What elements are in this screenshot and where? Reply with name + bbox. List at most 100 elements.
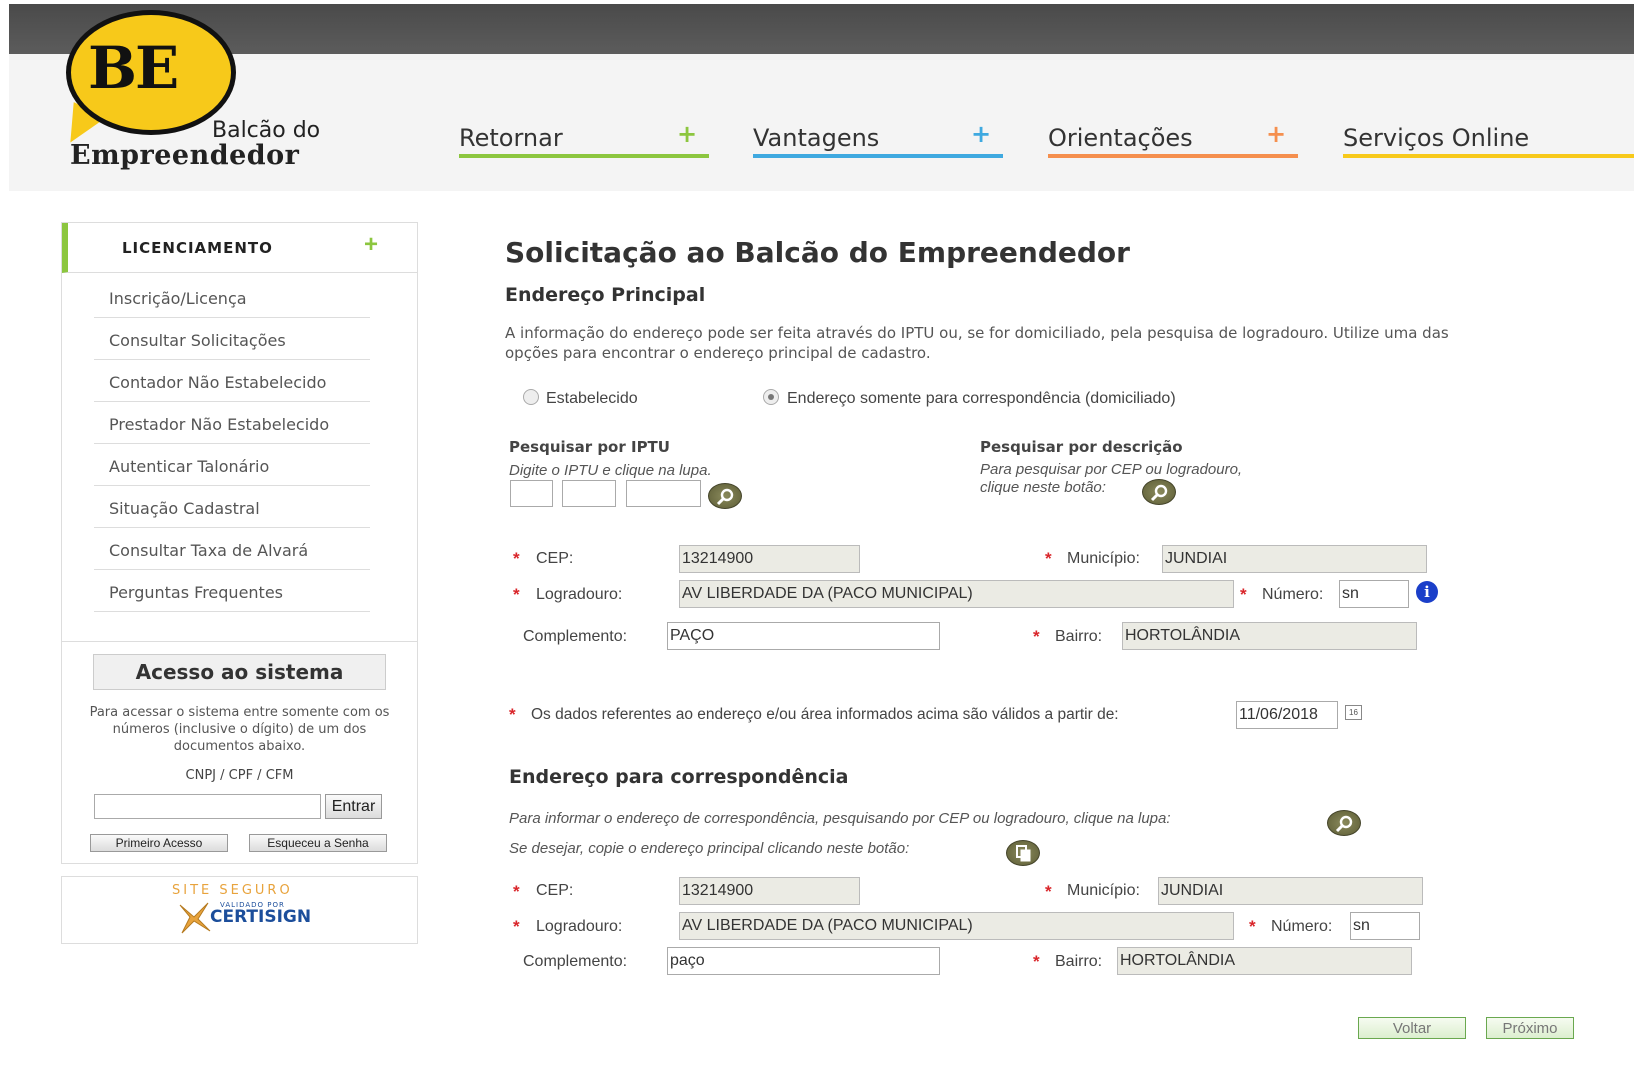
cep-field[interactable]: 13214900 xyxy=(679,545,860,573)
logradouro-field[interactable]: AV LIBERDADE DA (PACO MUNICIPAL) xyxy=(679,580,1234,608)
page-title: Solicitação ao Balcão do Empreendedor xyxy=(505,236,1130,269)
sidebar-item-contador-nao-estabelecido[interactable]: Contador Não Estabelecido xyxy=(94,360,370,402)
radio-estabelecido-label[interactable]: Estabelecido xyxy=(546,390,638,408)
first-access-button[interactable]: Primeiro Acesso xyxy=(90,834,228,852)
required-mark: * xyxy=(513,549,520,568)
radio-domiciliado[interactable] xyxy=(763,389,779,405)
nav-servicos-online[interactable]: Serviços Online + xyxy=(1343,120,1634,158)
nav-underline xyxy=(1048,154,1298,158)
required-mark: * xyxy=(1045,882,1052,901)
iptu-field-2[interactable] xyxy=(562,480,616,507)
forgot-password-button[interactable]: Esqueceu a Senha xyxy=(249,834,387,852)
certisign-icon xyxy=(179,902,211,934)
numero-field[interactable]: sn xyxy=(1339,580,1409,608)
access-instructions: Para acessar o sistema entre somente com… xyxy=(89,705,390,754)
sidebar: LICENCIAMENTO + Inscrição/Licença Consul… xyxy=(61,222,418,864)
seal-line3: CERTISIGN xyxy=(210,907,312,927)
nav-label: Orientações xyxy=(1048,124,1193,152)
radio-estabelecido[interactable] xyxy=(523,389,539,405)
iptu-hint: Digite o IPTU e clique na lupa. xyxy=(509,462,712,479)
next-button[interactable]: Próximo xyxy=(1486,1017,1574,1039)
desc-hint-line2: clique neste botão: xyxy=(980,479,1106,496)
correspondencia-hint1: Para informar o endereço de correspondên… xyxy=(509,810,1171,827)
principal-intro-line1: A informação do endereço pode ser feita … xyxy=(505,324,1449,342)
logo-line2: Empreendedor xyxy=(70,140,300,171)
correspondencia-search-icon[interactable] xyxy=(1327,810,1361,836)
required-mark: * xyxy=(1240,585,1247,604)
document-input[interactable] xyxy=(94,794,321,819)
site-logo[interactable]: BE Balcão do Empreendedor xyxy=(57,8,364,173)
complemento-field[interactable]: PAÇO xyxy=(667,622,940,650)
access-panel: Acesso ao sistema Para acessar o sistema… xyxy=(62,641,417,863)
bairro-label-2: Bairro: xyxy=(1055,953,1103,970)
licenciamento-title: LICENCIAMENTO xyxy=(122,239,273,257)
municipio-label: Município: xyxy=(1067,550,1140,567)
correspondencia-heading: Endereço para correspondência xyxy=(509,766,849,788)
principal-intro-line2: opções para encontrar o endereço princip… xyxy=(505,344,931,362)
cep-label-2: CEP: xyxy=(536,882,574,899)
iptu-field-1[interactable] xyxy=(510,480,553,507)
numero-label: Número: xyxy=(1262,586,1324,603)
sidebar-item-inscricao-licenca[interactable]: Inscrição/Licença xyxy=(94,276,370,318)
required-mark: * xyxy=(1033,952,1040,971)
nav-orientacoes[interactable]: Orientações + xyxy=(1048,120,1298,158)
sidebar-item-consultar-solicitacoes[interactable]: Consultar Solicitações xyxy=(94,318,370,360)
nav-label: Retornar xyxy=(459,124,563,152)
info-icon[interactable]: i xyxy=(1416,581,1438,603)
principal-heading: Endereço Principal xyxy=(505,284,706,306)
iptu-field-3[interactable] xyxy=(626,480,701,507)
calendar-icon[interactable]: 16 xyxy=(1345,705,1362,720)
nav-label: Vantagens xyxy=(753,124,880,152)
numero-label-2: Número: xyxy=(1271,918,1333,935)
complemento-field-2[interactable]: paço xyxy=(667,947,940,975)
desc-hint-line1: Para pesquisar por CEP ou logradouro, xyxy=(980,461,1243,478)
access-title: Acesso ao sistema xyxy=(93,654,386,690)
required-mark: * xyxy=(1033,627,1040,646)
municipio-field[interactable]: JUNDIAI xyxy=(1162,545,1427,573)
plus-icon: + xyxy=(971,120,992,148)
complemento-label: Complemento: xyxy=(523,628,628,645)
plus-icon[interactable]: + xyxy=(364,231,378,259)
sidebar-item-consultar-taxa-alvara[interactable]: Consultar Taxa de Alvará xyxy=(94,528,370,570)
complemento-label-2: Complemento: xyxy=(523,953,628,970)
radio-domiciliado-label[interactable]: Endereço somente para correspondência (d… xyxy=(787,390,1176,408)
security-seal[interactable]: SITE SEGURO VALIDADO POR CERTISIGN xyxy=(61,876,418,944)
seal-line1: SITE SEGURO xyxy=(172,883,293,898)
nav-underline xyxy=(459,154,709,158)
validity-text: Os dados referentes ao endereço e/ou áre… xyxy=(531,706,1119,723)
nav-retornar[interactable]: Retornar + xyxy=(459,120,709,158)
licenciamento-header[interactable]: LICENCIAMENTO + xyxy=(62,223,417,273)
sidebar-item-perguntas-frequentes[interactable]: Perguntas Frequentes xyxy=(94,570,370,612)
required-mark: * xyxy=(1249,917,1256,936)
sidebar-item-situacao-cadastral[interactable]: Situação Cadastral xyxy=(94,486,370,528)
required-mark: * xyxy=(509,705,516,724)
nav-underline xyxy=(1343,154,1634,158)
municipio-label-2: Município: xyxy=(1067,882,1140,899)
numero-field-2[interactable]: sn xyxy=(1350,912,1420,940)
plus-icon: + xyxy=(1266,120,1287,148)
required-mark: * xyxy=(513,882,520,901)
enter-button[interactable]: Entrar xyxy=(325,794,382,819)
nav-vantagens[interactable]: Vantagens + xyxy=(753,120,1003,158)
iptu-search-title: Pesquisar por IPTU xyxy=(509,438,670,456)
cep-label: CEP: xyxy=(536,550,574,567)
copy-address-icon[interactable] xyxy=(1006,840,1040,866)
logo-mark: BE xyxy=(88,34,179,102)
sidebar-item-autenticar-talonario[interactable]: Autenticar Talonário xyxy=(94,444,370,486)
bairro-field-2[interactable]: HORTOLÂNDIA xyxy=(1117,947,1412,975)
required-mark: * xyxy=(513,585,520,604)
cep-field-2[interactable]: 13214900 xyxy=(679,877,860,905)
bairro-field[interactable]: HORTOLÂNDIA xyxy=(1122,622,1417,650)
nav-label: Serviços Online xyxy=(1343,124,1530,152)
logradouro-field-2[interactable]: AV LIBERDADE DA (PACO MUNICIPAL) xyxy=(679,912,1234,940)
sidebar-item-prestador-nao-estabelecido[interactable]: Prestador Não Estabelecido xyxy=(94,402,370,444)
desc-search-icon[interactable] xyxy=(1142,479,1176,505)
plus-icon: + xyxy=(677,120,698,148)
validity-date-field[interactable]: 11/06/2018 xyxy=(1236,701,1338,729)
iptu-search-icon[interactable] xyxy=(708,483,742,509)
municipio-field-2[interactable]: JUNDIAI xyxy=(1158,877,1423,905)
logradouro-label-2: Logradouro: xyxy=(536,918,623,935)
desc-search-title: Pesquisar por descrição xyxy=(980,438,1183,456)
bairro-label: Bairro: xyxy=(1055,628,1103,645)
back-button[interactable]: Voltar xyxy=(1358,1017,1466,1039)
